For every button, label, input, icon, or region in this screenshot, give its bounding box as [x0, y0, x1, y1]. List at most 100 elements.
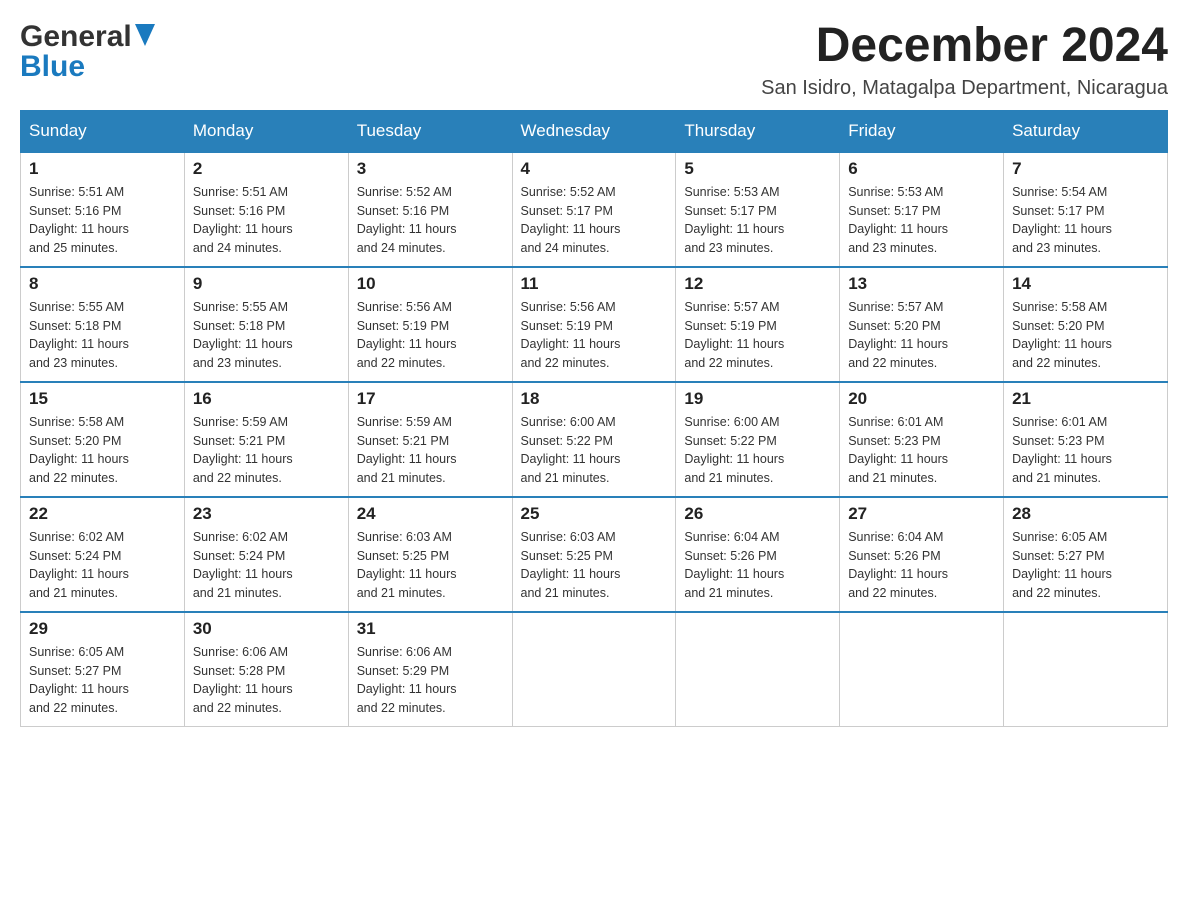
day-number: 11: [521, 274, 668, 294]
calendar-cell: 2 Sunrise: 5:51 AMSunset: 5:16 PMDaylight…: [184, 152, 348, 267]
day-info: Sunrise: 6:03 AMSunset: 5:25 PMDaylight:…: [521, 528, 668, 603]
day-info: Sunrise: 6:05 AMSunset: 5:27 PMDaylight:…: [29, 643, 176, 718]
day-info: Sunrise: 6:02 AMSunset: 5:24 PMDaylight:…: [193, 528, 340, 603]
day-number: 31: [357, 619, 504, 639]
calendar-cell: 16 Sunrise: 5:59 AMSunset: 5:21 PMDayligh…: [184, 382, 348, 497]
day-number: 7: [1012, 159, 1159, 179]
calendar-cell: 5 Sunrise: 5:53 AMSunset: 5:17 PMDaylight…: [676, 152, 840, 267]
day-info: Sunrise: 6:06 AMSunset: 5:29 PMDaylight:…: [357, 643, 504, 718]
calendar-cell: 9 Sunrise: 5:55 AMSunset: 5:18 PMDaylight…: [184, 267, 348, 382]
day-info: Sunrise: 5:51 AMSunset: 5:16 PMDaylight:…: [193, 183, 340, 258]
day-info: Sunrise: 5:58 AMSunset: 5:20 PMDaylight:…: [1012, 298, 1159, 373]
calendar-cell: 24 Sunrise: 6:03 AMSunset: 5:25 PMDayligh…: [348, 497, 512, 612]
calendar-cell: 11 Sunrise: 5:56 AMSunset: 5:19 PMDayligh…: [512, 267, 676, 382]
day-number: 23: [193, 504, 340, 524]
calendar-cell: 10 Sunrise: 5:56 AMSunset: 5:19 PMDayligh…: [348, 267, 512, 382]
day-info: Sunrise: 6:04 AMSunset: 5:26 PMDaylight:…: [684, 528, 831, 603]
calendar-cell: 15 Sunrise: 5:58 AMSunset: 5:20 PMDayligh…: [21, 382, 185, 497]
day-number: 1: [29, 159, 176, 179]
calendar-cell: 13 Sunrise: 5:57 AMSunset: 5:20 PMDayligh…: [840, 267, 1004, 382]
day-info: Sunrise: 5:57 AMSunset: 5:20 PMDaylight:…: [848, 298, 995, 373]
day-number: 10: [357, 274, 504, 294]
day-info: Sunrise: 5:54 AMSunset: 5:17 PMDaylight:…: [1012, 183, 1159, 258]
day-info: Sunrise: 5:51 AMSunset: 5:16 PMDaylight:…: [29, 183, 176, 258]
day-number: 28: [1012, 504, 1159, 524]
day-number: 13: [848, 274, 995, 294]
day-number: 21: [1012, 389, 1159, 409]
day-info: Sunrise: 6:04 AMSunset: 5:26 PMDaylight:…: [848, 528, 995, 603]
day-info: Sunrise: 6:05 AMSunset: 5:27 PMDaylight:…: [1012, 528, 1159, 603]
day-info: Sunrise: 5:58 AMSunset: 5:20 PMDaylight:…: [29, 413, 176, 488]
day-info: Sunrise: 5:55 AMSunset: 5:18 PMDaylight:…: [193, 298, 340, 373]
calendar-cell: [676, 612, 840, 727]
calendar-cell: 25 Sunrise: 6:03 AMSunset: 5:25 PMDayligh…: [512, 497, 676, 612]
column-header-thursday: Thursday: [676, 110, 840, 152]
calendar-cell: 23 Sunrise: 6:02 AMSunset: 5:24 PMDayligh…: [184, 497, 348, 612]
calendar-cell: [1004, 612, 1168, 727]
logo-arrow-icon: [135, 24, 155, 51]
calendar-table: SundayMondayTuesdayWednesdayThursdayFrid…: [20, 110, 1168, 727]
column-header-wednesday: Wednesday: [512, 110, 676, 152]
calendar-week-row: 15 Sunrise: 5:58 AMSunset: 5:20 PMDayligh…: [21, 382, 1168, 497]
day-number: 17: [357, 389, 504, 409]
day-number: 4: [521, 159, 668, 179]
day-info: Sunrise: 5:59 AMSunset: 5:21 PMDaylight:…: [357, 413, 504, 488]
day-number: 2: [193, 159, 340, 179]
day-number: 5: [684, 159, 831, 179]
day-number: 24: [357, 504, 504, 524]
logo-blue-text: Blue: [20, 50, 85, 84]
logo-general-text: General: [20, 20, 132, 54]
day-number: 25: [521, 504, 668, 524]
calendar-cell: 6 Sunrise: 5:53 AMSunset: 5:17 PMDaylight…: [840, 152, 1004, 267]
day-info: Sunrise: 6:01 AMSunset: 5:23 PMDaylight:…: [848, 413, 995, 488]
column-header-friday: Friday: [840, 110, 1004, 152]
day-info: Sunrise: 5:52 AMSunset: 5:17 PMDaylight:…: [521, 183, 668, 258]
day-info: Sunrise: 5:59 AMSunset: 5:21 PMDaylight:…: [193, 413, 340, 488]
calendar-week-row: 1 Sunrise: 5:51 AMSunset: 5:16 PMDaylight…: [21, 152, 1168, 267]
calendar-cell: 26 Sunrise: 6:04 AMSunset: 5:26 PMDayligh…: [676, 497, 840, 612]
day-number: 22: [29, 504, 176, 524]
month-title: December 2024: [761, 20, 1168, 73]
calendar-cell: 4 Sunrise: 5:52 AMSunset: 5:17 PMDaylight…: [512, 152, 676, 267]
column-header-tuesday: Tuesday: [348, 110, 512, 152]
day-number: 9: [193, 274, 340, 294]
calendar-week-row: 29Sunrise: 6:05 AMSunset: 5:27 PMDayligh…: [21, 612, 1168, 727]
calendar-cell: 3 Sunrise: 5:52 AMSunset: 5:16 PMDaylight…: [348, 152, 512, 267]
calendar-cell: 12 Sunrise: 5:57 AMSunset: 5:19 PMDayligh…: [676, 267, 840, 382]
day-number: 12: [684, 274, 831, 294]
day-info: Sunrise: 5:55 AMSunset: 5:18 PMDaylight:…: [29, 298, 176, 373]
day-number: 15: [29, 389, 176, 409]
calendar-cell: 18Sunrise: 6:00 AMSunset: 5:22 PMDayligh…: [512, 382, 676, 497]
column-header-saturday: Saturday: [1004, 110, 1168, 152]
day-info: Sunrise: 6:00 AMSunset: 5:22 PMDaylight:…: [684, 413, 831, 488]
column-header-sunday: Sunday: [21, 110, 185, 152]
calendar-cell: 14 Sunrise: 5:58 AMSunset: 5:20 PMDayligh…: [1004, 267, 1168, 382]
page-header: General Blue December 2024 San Isidro, M…: [20, 20, 1168, 100]
day-info: Sunrise: 5:56 AMSunset: 5:19 PMDaylight:…: [357, 298, 504, 373]
column-header-monday: Monday: [184, 110, 348, 152]
day-number: 14: [1012, 274, 1159, 294]
day-number: 6: [848, 159, 995, 179]
calendar-cell: 19 Sunrise: 6:00 AMSunset: 5:22 PMDayligh…: [676, 382, 840, 497]
day-number: 3: [357, 159, 504, 179]
day-number: 30: [193, 619, 340, 639]
day-number: 20: [848, 389, 995, 409]
calendar-cell: 31 Sunrise: 6:06 AMSunset: 5:29 PMDayligh…: [348, 612, 512, 727]
day-info: Sunrise: 6:03 AMSunset: 5:25 PMDaylight:…: [357, 528, 504, 603]
day-number: 16: [193, 389, 340, 409]
day-info: Sunrise: 5:53 AMSunset: 5:17 PMDaylight:…: [848, 183, 995, 258]
calendar-header-row: SundayMondayTuesdayWednesdayThursdayFrid…: [21, 110, 1168, 152]
day-info: Sunrise: 5:53 AMSunset: 5:17 PMDaylight:…: [684, 183, 831, 258]
calendar-cell: 28 Sunrise: 6:05 AMSunset: 5:27 PMDayligh…: [1004, 497, 1168, 612]
calendar-week-row: 8Sunrise: 5:55 AMSunset: 5:18 PMDaylight…: [21, 267, 1168, 382]
day-info: Sunrise: 5:52 AMSunset: 5:16 PMDaylight:…: [357, 183, 504, 258]
day-info: Sunrise: 5:57 AMSunset: 5:19 PMDaylight:…: [684, 298, 831, 373]
calendar-cell: [512, 612, 676, 727]
logo: General Blue: [20, 20, 155, 84]
location-subtitle: San Isidro, Matagalpa Department, Nicara…: [761, 77, 1168, 100]
day-number: 19: [684, 389, 831, 409]
day-info: Sunrise: 5:56 AMSunset: 5:19 PMDaylight:…: [521, 298, 668, 373]
day-number: 26: [684, 504, 831, 524]
calendar-cell: 8Sunrise: 5:55 AMSunset: 5:18 PMDaylight…: [21, 267, 185, 382]
day-number: 18: [521, 389, 668, 409]
